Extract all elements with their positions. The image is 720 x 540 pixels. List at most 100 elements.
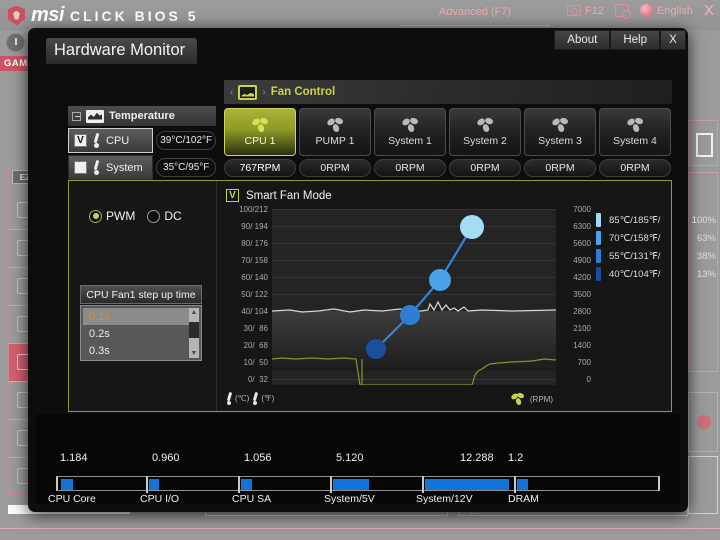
scroll-thumb[interactable] [189, 322, 199, 338]
curve-point-2 [400, 305, 420, 325]
msi-logo: msi CLICK BIOS 5 [8, 4, 199, 27]
voltage-label: System/12V [416, 493, 473, 505]
fan-tab-system3-head[interactable]: System 3 [524, 108, 596, 156]
fan-tab-system2-head[interactable]: System 2 [449, 108, 521, 156]
smart-fan-mode-checkbox[interactable]: V [226, 189, 239, 202]
fan-icon [250, 115, 269, 133]
rpm-tick: 0 [586, 375, 591, 384]
fan-tab-pump1[interactable]: PUMP 1 0RPM [299, 108, 371, 180]
help-button[interactable]: Help [610, 30, 660, 50]
pwm-radio[interactable] [89, 209, 102, 223]
header-tools: F12 English X [566, 3, 714, 19]
temperature-row-cpu-left[interactable]: V CPU [68, 128, 154, 153]
thermometer-icon [226, 392, 232, 405]
temperature-row-system-left[interactable]: System [68, 155, 154, 180]
temperature-header-label: Temperature [109, 110, 175, 122]
fan-tab-cpu1[interactable]: CPU 1 767RPM [224, 108, 296, 180]
rpm-tick: 2100 [573, 324, 591, 333]
bios-close-icon[interactable]: X [704, 3, 714, 18]
fan-tab-label: System 1 [388, 134, 432, 147]
legend-pct: 63% [696, 232, 716, 244]
system-temp-label: System [106, 161, 143, 174]
smart-fan-mode-row[interactable]: V Smart Fan Mode [226, 189, 332, 202]
fan-control-icon [238, 84, 258, 100]
about-button[interactable]: About [554, 30, 611, 50]
rpm-tick: 3500 [573, 290, 591, 299]
brand-subtitle: CLICK BIOS 5 [69, 7, 199, 24]
curve-point-1 [366, 339, 386, 359]
smart-fan-mode-label: Smart Fan Mode [246, 189, 332, 202]
language-label: English [656, 4, 693, 17]
temperature-header: Temperature [68, 106, 216, 126]
thermometer-icon [252, 392, 258, 405]
fan-tab-system1-head[interactable]: System 1 [374, 108, 446, 156]
dialog-title-bar: Hardware Monitor About Help X [28, 28, 688, 72]
fan-tab-system4-head[interactable]: System 4 [599, 108, 671, 156]
step-option-1[interactable]: 0.2s [83, 325, 189, 342]
background-right-panel-a [688, 120, 718, 166]
cpu-temp-checkbox[interactable]: V [74, 134, 87, 147]
step-list-scrollbar[interactable]: ▲ ▼ [189, 308, 199, 358]
brand-name: msi [31, 4, 64, 26]
voltage-label: CPU SA [232, 493, 272, 505]
temperature-graph-icon [86, 109, 104, 123]
voltage-label: DRAM [508, 493, 539, 505]
dc-radio[interactable] [147, 209, 161, 223]
rpm-tick: 1400 [573, 341, 591, 350]
background-bottom-divider [0, 528, 720, 529]
step-option-2[interactable]: 0.3s [83, 342, 189, 359]
fan-tab-pump1-head[interactable]: PUMP 1 [299, 108, 371, 156]
background-right-panel-d [688, 456, 718, 514]
step-up-time-list[interactable]: 0.1s 0.2s 0.3s ▲ ▼ [80, 305, 202, 361]
window-buttons: About Help X [554, 30, 686, 50]
legend-swatch [596, 231, 601, 245]
fan-tab-system4[interactable]: System 4 0RPM [599, 108, 671, 180]
legend-pct: 13% [696, 268, 716, 280]
system-temp-value: 35°C/95°F [156, 158, 216, 177]
fan-icon [400, 115, 419, 133]
fan-tab-cpu1-head[interactable]: CPU 1 [224, 108, 296, 156]
scroll-down-icon[interactable]: ▼ [189, 349, 199, 358]
advanced-mode-button[interactable]: Advanced (F7) [400, 2, 550, 26]
screenshot-button[interactable]: F12 [566, 5, 604, 17]
fan-tab-label: PUMP 1 [315, 134, 355, 147]
legend-swatch [596, 213, 601, 227]
voltage-bar-track [56, 476, 660, 493]
language-selector[interactable]: English [639, 4, 693, 17]
celsius-label: (℃) [235, 394, 250, 403]
thermometer-icon [93, 160, 100, 175]
voltage-panel: 1.184 0.960 1.056 5.120 12.288 1.2 CPU C… [36, 414, 680, 505]
temperature-panel: Temperature V CPU 39°C/102°F System 35°C… [68, 106, 216, 180]
voltage-value: 5.120 [336, 452, 364, 464]
fan-tab-list: CPU 1 767RPM PUMP 1 0RPM System 1 0RPM S… [224, 108, 672, 180]
close-button[interactable]: X [660, 30, 686, 50]
temperature-row-cpu[interactable]: V CPU 39°C/102°F [68, 128, 216, 153]
fan-rpm-value: 0RPM [524, 159, 596, 177]
fan-tab-label: System 2 [463, 134, 507, 147]
fan-tab-system2[interactable]: System 2 0RPM [449, 108, 521, 180]
voltage-bar-cpu-core [61, 479, 73, 490]
fan-tab-system1[interactable]: System 1 0RPM [374, 108, 446, 180]
collapse-icon[interactable] [72, 111, 81, 121]
voltage-value: 1.2 [508, 452, 524, 464]
step-option-0[interactable]: 0.1s [83, 308, 189, 325]
plot-canvas[interactable] [272, 209, 556, 385]
page-title: Hardware Monitor [46, 38, 198, 64]
breadcrumb-forward-icon[interactable]: › [262, 87, 265, 98]
rpm-tick: 4900 [573, 256, 591, 265]
breadcrumb-back-icon[interactable]: ‹ [230, 87, 233, 98]
fan-icon [625, 115, 644, 133]
cpu-temp-label: CPU [106, 134, 130, 147]
scroll-up-icon[interactable]: ▲ [189, 308, 199, 317]
fan-tab-label: System 4 [613, 134, 657, 147]
temperature-row-system[interactable]: System 35°C/95°F [68, 155, 216, 180]
rpm-unit-legend: (RPM) [510, 391, 553, 406]
legend-row: 85℃/185℉/ 100% [596, 211, 716, 229]
rpm-axis: 7000 6300 5600 4900 4200 3500 2800 2100 … [551, 205, 591, 385]
fan-tab-system3[interactable]: System 3 0RPM [524, 108, 596, 180]
curve-point-3 [429, 269, 451, 291]
rpm-tick: 4200 [573, 273, 591, 282]
advanced-label: Advanced (F7) [438, 6, 512, 18]
system-temp-checkbox[interactable] [74, 161, 87, 174]
search-icon[interactable] [614, 4, 631, 19]
